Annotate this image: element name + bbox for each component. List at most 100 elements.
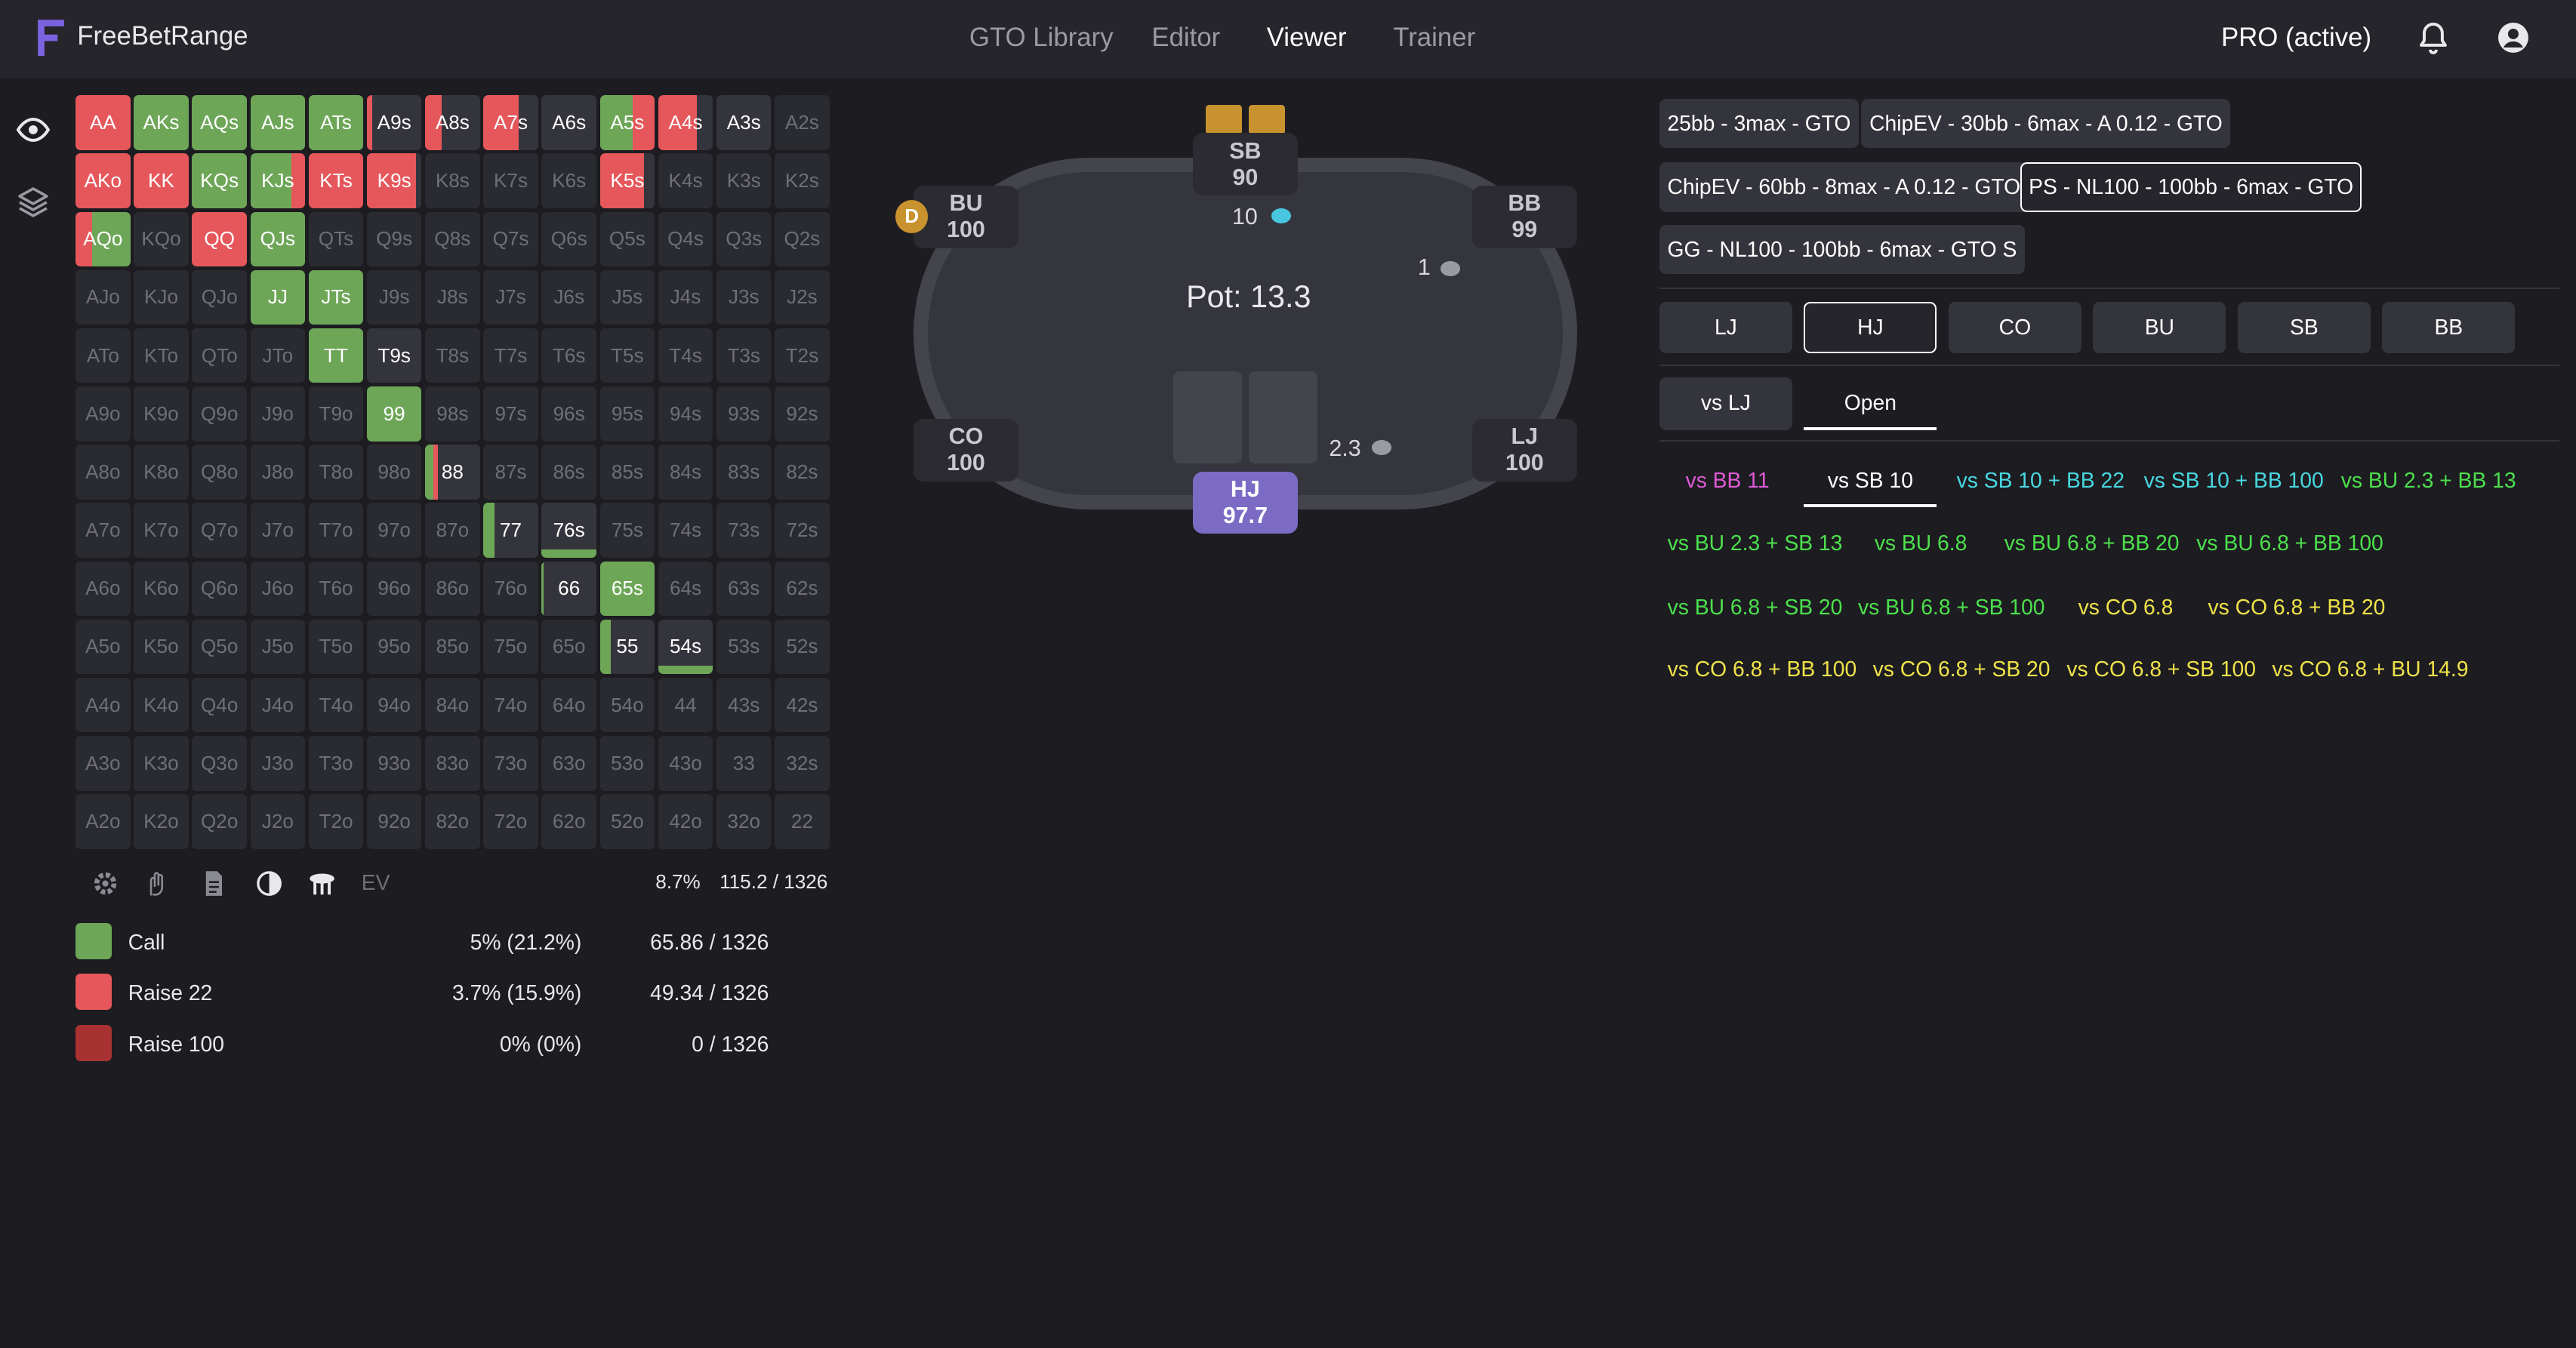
hand-cell[interactable]: 99 (366, 386, 422, 442)
hand-cell[interactable]: 72o (483, 794, 538, 849)
settings-icon[interactable] (91, 869, 120, 898)
hand-cell[interactable]: 63s (716, 561, 772, 617)
preset-ps-nl100[interactable]: PS - NL100 - 100bb - 6max - GTO (2020, 162, 2362, 212)
hand-cell[interactable]: Q4o (192, 677, 247, 733)
hand-cell[interactable]: AQs (192, 95, 247, 150)
position-lj[interactable]: LJ (1659, 302, 1792, 353)
hand-cell[interactable]: 22 (775, 794, 830, 849)
hand-cell[interactable]: Q7o (192, 503, 247, 558)
hand-cell[interactable]: J6o (250, 561, 306, 617)
hand-cell[interactable]: 54o (599, 677, 655, 733)
hand-cell[interactable]: AJo (75, 269, 131, 325)
hand-cell[interactable]: 76o (483, 561, 538, 617)
hand-cell[interactable]: J4o (250, 677, 306, 733)
hand-cell[interactable]: K2s (775, 153, 830, 208)
hand-cell[interactable]: T8o (308, 445, 364, 500)
hand-cell[interactable]: KTo (134, 328, 189, 383)
hand-cell[interactable]: T6o (308, 561, 364, 617)
hand-cell[interactable]: K5s (599, 153, 655, 208)
seat-bu[interactable]: BU 100 (913, 185, 1019, 248)
hand-cell[interactable]: 32o (716, 794, 772, 849)
position-bb[interactable]: BB (2382, 302, 2516, 353)
hand-cell[interactable]: J4s (658, 269, 713, 325)
scenario-vs-sb-10-bb-100[interactable]: vs SB 10 + BB 100 (2144, 468, 2324, 493)
hand-cell[interactable]: KQo (134, 211, 189, 266)
hand-cell[interactable]: A2s (775, 95, 830, 150)
scenario-vs-co-6-8-sb-100[interactable]: vs CO 6.8 + SB 100 (2066, 657, 2256, 682)
hand-cell[interactable]: 76s (541, 503, 596, 558)
preset-25bb-3max[interactable]: 25bb - 3max - GTO (1659, 98, 1860, 148)
hand-cell[interactable]: A3o (75, 736, 131, 791)
hand-cell[interactable]: J6s (541, 269, 596, 325)
hand-cell[interactable]: 53o (599, 736, 655, 791)
position-hj[interactable]: HJ (1804, 302, 1937, 353)
hand-cell[interactable]: 64o (541, 677, 596, 733)
hand-cell[interactable]: 82s (775, 445, 830, 500)
hand-cell[interactable]: A9o (75, 386, 131, 442)
hand-cell[interactable]: 84s (658, 445, 713, 500)
hand-cell[interactable]: 63o (541, 736, 596, 791)
hand-cell[interactable]: Q2s (775, 211, 830, 266)
hand-cell[interactable]: 95s (599, 386, 655, 442)
hand-cell[interactable]: 97o (366, 503, 422, 558)
hand-cell[interactable]: K9o (134, 386, 189, 442)
hand-cell[interactable]: KJo (134, 269, 189, 325)
hand-cell[interactable]: 53s (716, 619, 772, 675)
hand-cell[interactable]: QQ (192, 211, 247, 266)
scenario-vs-co-6-8[interactable]: vs CO 6.8 (2078, 595, 2174, 620)
hand-cell[interactable]: K7o (134, 503, 189, 558)
hand-cell[interactable]: K3o (134, 736, 189, 791)
hand-cell[interactable]: JJ (250, 269, 306, 325)
hand-cell[interactable]: 72s (775, 503, 830, 558)
hand-cell[interactable]: 52s (775, 619, 830, 675)
hand-cell[interactable]: 73o (483, 736, 538, 791)
hand-cell[interactable]: AA (75, 95, 131, 150)
hand-cell[interactable]: T7o (308, 503, 364, 558)
hand-cell[interactable]: 87o (425, 503, 480, 558)
scenario-vs-bu-2-3-bb-13[interactable]: vs BU 2.3 + BB 13 (2341, 468, 2516, 493)
hand-cell[interactable]: T7s (483, 328, 538, 383)
hand-cell[interactable]: K3s (716, 153, 772, 208)
hand-cell[interactable]: 98o (366, 445, 422, 500)
position-co[interactable]: CO (1948, 302, 2081, 353)
hand-cell[interactable]: A9s (366, 95, 422, 150)
hand-cell[interactable]: 86o (425, 561, 480, 617)
hand-cell[interactable]: A4s (658, 95, 713, 150)
hand-cell[interactable]: 93s (716, 386, 772, 442)
scenario-vs-bu-6-8-bb-100[interactable]: vs BU 6.8 + BB 100 (2196, 531, 2383, 556)
hand-cell[interactable]: T5s (599, 328, 655, 383)
hand-cell[interactable]: K7s (483, 153, 538, 208)
hand-cell[interactable]: 42o (658, 794, 713, 849)
hand-cell[interactable]: 32s (775, 736, 830, 791)
hand-cell[interactable]: A4o (75, 677, 131, 733)
scenario-vs-co-6-8-bu-14-9[interactable]: vs CO 6.8 + BU 14.9 (2272, 657, 2468, 682)
scenario-vs-sb-10[interactable]: vs SB 10 (1804, 468, 1937, 508)
hand-cell[interactable]: K4s (658, 153, 713, 208)
seat-sb[interactable]: SB 90 (1192, 133, 1299, 195)
hand-cell[interactable]: 75s (599, 503, 655, 558)
hand-cell[interactable]: 44 (658, 677, 713, 733)
hand-cell[interactable]: JTo (250, 328, 306, 383)
scenario-vs-co-6-8-sb-20[interactable]: vs CO 6.8 + SB 20 (1873, 657, 2051, 682)
hand-cell[interactable]: Q5s (599, 211, 655, 266)
hand-cell[interactable]: J2s (775, 269, 830, 325)
hand-cell[interactable]: K4o (134, 677, 189, 733)
hand-cell[interactable]: 64s (658, 561, 713, 617)
hand-cell[interactable]: Q2o (192, 794, 247, 849)
hand-cell[interactable]: QJs (250, 211, 306, 266)
hand-cell[interactable]: 75o (483, 619, 538, 675)
seat-hj[interactable]: HJ 97.7 (1192, 471, 1299, 534)
hand-cell[interactable]: T5o (308, 619, 364, 675)
hand-cell[interactable]: A7o (75, 503, 131, 558)
hand-cell[interactable]: 94s (658, 386, 713, 442)
hand-cell[interactable]: J2o (250, 794, 306, 849)
hand-cell[interactable]: QJo (192, 269, 247, 325)
hand-cell[interactable]: ATo (75, 328, 131, 383)
hand-cell[interactable]: KTs (308, 153, 364, 208)
seat-co[interactable]: CO 100 (913, 418, 1019, 482)
hand-cell[interactable]: ATs (308, 95, 364, 150)
hand-cell[interactable]: Q5o (192, 619, 247, 675)
hand-cell[interactable]: 97s (483, 386, 538, 442)
scenario-vs-bu-6-8-sb-20[interactable]: vs BU 6.8 + SB 20 (1668, 595, 1843, 620)
hand-cell[interactable]: KQs (192, 153, 247, 208)
